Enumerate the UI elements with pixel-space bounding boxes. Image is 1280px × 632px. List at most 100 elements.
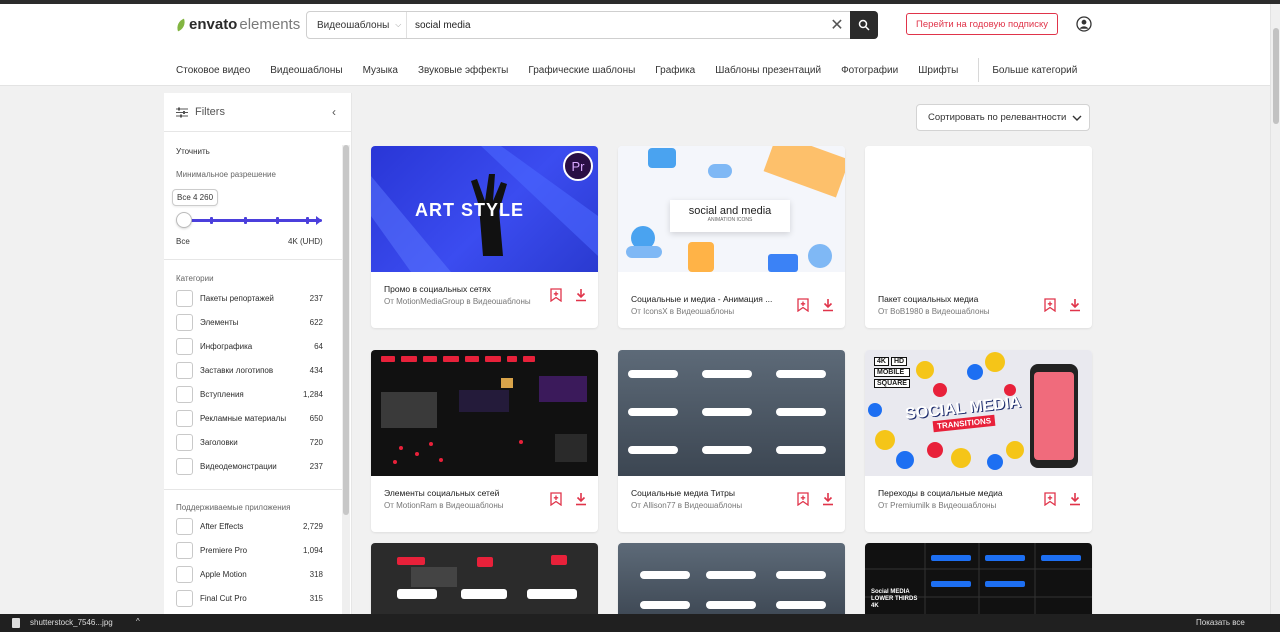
clear-icon[interactable]: ✕ — [824, 15, 850, 35]
download-icon[interactable] — [1069, 298, 1081, 312]
checkbox[interactable] — [176, 589, 193, 607]
search-category-select[interactable]: Видеошаблоны ⌵ — [307, 12, 407, 38]
annual-subscription-button[interactable]: Перейти на годовую подписку — [906, 13, 1058, 35]
resolution-slider-track[interactable] — [178, 217, 322, 224]
nav-item-music[interactable]: Музыка — [363, 65, 398, 76]
checkbox[interactable] — [176, 313, 193, 331]
result-card[interactable]: social and media ANIMATION ICONS Социаль… — [618, 146, 845, 328]
category-filter-elements[interactable]: Элементы 622 — [176, 313, 323, 331]
result-card[interactable]: Social MEDIA LOWER THIRDS 4K — [865, 543, 1092, 623]
card-title[interactable]: Элементы социальных сетей — [384, 488, 544, 498]
nav-item-stock-video[interactable]: Стоковое видео — [176, 65, 250, 76]
checkbox[interactable] — [176, 517, 193, 535]
card-thumbnail[interactable]: Social MEDIA LOWER THIRDS 4K — [865, 543, 1092, 623]
result-card[interactable]: 4K HD MOBILE SQUARE SOCIAL MEDIA TRANSITI… — [865, 350, 1092, 532]
checkbox[interactable] — [176, 409, 193, 427]
nav-item-photos[interactable]: Фотографии — [841, 65, 898, 76]
sort-dropdown[interactable]: Сортировать по релевантности — [916, 104, 1090, 131]
page-scrollbar[interactable] — [1270, 4, 1280, 614]
checkbox[interactable] — [176, 289, 193, 307]
card-title[interactable]: Промо в социальных сетях — [384, 284, 544, 294]
section-divider — [164, 489, 342, 490]
card-thumbnail[interactable] — [371, 543, 598, 623]
search-input[interactable] — [407, 19, 824, 31]
result-card[interactable]: Социальные медиа Титры От Allison77 в Ви… — [618, 350, 845, 532]
card-author[interactable]: От Allison77 в Видеошаблоны — [631, 500, 791, 512]
bookmark-add-icon[interactable] — [1044, 298, 1056, 312]
checkbox[interactable] — [176, 565, 193, 583]
app-filter-after-effects[interactable]: After Effects 2,729 — [176, 517, 323, 535]
bookmark-add-icon[interactable] — [550, 492, 562, 506]
checkbox[interactable] — [176, 337, 193, 355]
thumbnail-text: ART STYLE — [415, 200, 525, 220]
sidebar-scrollbar[interactable] — [342, 145, 350, 614]
premiere-badge: Pr — [563, 151, 593, 181]
bookmark-add-icon[interactable] — [1044, 492, 1056, 506]
app-filter-premiere-pro[interactable]: Premiere Pro 1,094 — [176, 541, 323, 559]
resolution-slider-handle[interactable] — [176, 212, 192, 228]
app-filter-apple-motion[interactable]: Apple Motion 318 — [176, 565, 323, 583]
card-thumbnail[interactable] — [371, 350, 598, 476]
bookmark-add-icon[interactable] — [797, 492, 809, 506]
category-filter-infographics[interactable]: Инфографика 64 — [176, 337, 323, 355]
nav-item-sound-effects[interactable]: Звуковые эффекты — [418, 65, 508, 76]
nav-item-fonts[interactable]: Шрифты — [918, 65, 958, 76]
category-filter-promo[interactable]: Рекламные материалы 650 — [176, 409, 323, 427]
checkbox[interactable] — [176, 385, 193, 403]
card-thumbnail[interactable]: 4K HD MOBILE SQUARE SOCIAL MEDIA TRANSITI… — [865, 350, 1092, 476]
card-thumbnail[interactable] — [618, 350, 845, 476]
card-actions — [797, 298, 834, 312]
nav-item-presentation-templates[interactable]: Шаблоны презентаций — [715, 65, 821, 76]
envato-logo[interactable]: envato elements — [174, 16, 300, 33]
bookmark-add-icon[interactable] — [797, 298, 809, 312]
download-icon[interactable] — [575, 492, 587, 506]
card-thumbnail[interactable] — [865, 146, 1092, 272]
checkbox[interactable] — [176, 541, 193, 559]
card-thumbnail[interactable]: social and media ANIMATION ICONS — [618, 146, 845, 272]
nav-item-graphics[interactable]: Графика — [655, 65, 695, 76]
result-card[interactable] — [371, 543, 598, 623]
category-filter-logo-stings[interactable]: Заставки логотипов 434 — [176, 361, 323, 379]
card-thumbnail[interactable] — [618, 543, 845, 623]
card-title[interactable]: Переходы в социальные медиа — [878, 488, 1038, 498]
user-account-icon[interactable] — [1076, 16, 1092, 32]
collapse-sidebar-icon[interactable]: ‹ — [332, 105, 336, 119]
category-filter-titles[interactable]: Заголовки 720 — [176, 433, 323, 451]
result-card[interactable]: Элементы социальных сетей От MotionRam в… — [371, 350, 598, 532]
result-card[interactable]: ART STYLE Pr Промо в социальных сетях От… — [371, 146, 598, 328]
result-card[interactable]: Пакет социальных медиа От BoB1980 в Виде… — [865, 146, 1092, 328]
chevron-up-icon[interactable]: ^ — [136, 617, 140, 626]
card-author[interactable]: От MotionRam в Видеошаблоны — [384, 500, 544, 512]
nav-item-more-categories[interactable]: Больше категорий — [992, 65, 1077, 76]
thumbnail-art — [640, 571, 826, 609]
download-icon[interactable] — [575, 288, 587, 302]
sidebar-scrollbar-thumb[interactable] — [343, 145, 349, 515]
category-filter-video-displays[interactable]: Видеодемонстрации 237 — [176, 457, 323, 475]
card-thumbnail[interactable]: ART STYLE Pr — [371, 146, 598, 272]
download-icon[interactable] — [822, 298, 834, 312]
download-file-name[interactable]: shutterstock_7546...jpg — [30, 618, 113, 627]
card-title[interactable]: Социальные и медиа - Анимация ... — [631, 294, 791, 304]
result-card[interactable] — [618, 543, 845, 623]
card-title[interactable]: Пакет социальных медиа — [878, 294, 1038, 304]
card-author[interactable]: От BoB1980 в Видеошаблоны — [878, 306, 1038, 318]
checkbox[interactable] — [176, 457, 193, 475]
card-title[interactable]: Социальные медиа Титры — [631, 488, 791, 498]
card-author[interactable]: От Premiumilk в Видеошаблоны — [878, 500, 1038, 512]
app-filter-final-cut-pro[interactable]: Final Cut Pro 315 — [176, 589, 323, 607]
show-all-downloads[interactable]: Показать все — [1196, 618, 1245, 627]
download-icon[interactable] — [822, 492, 834, 506]
download-icon[interactable] — [1069, 492, 1081, 506]
checkbox[interactable] — [176, 361, 193, 379]
category-filter-news-packs[interactable]: Пакеты репортажей 237 — [176, 289, 323, 307]
tag-square: SQUARE — [874, 379, 910, 388]
checkbox[interactable] — [176, 433, 193, 451]
nav-item-video-templates[interactable]: Видеошаблоны — [270, 65, 342, 76]
nav-item-graphic-templates[interactable]: Графические шаблоны — [528, 65, 635, 76]
card-author[interactable]: От MotionMediaGroup в Видеошаблоны — [384, 296, 544, 308]
category-filter-openers[interactable]: Вступления 1,284 — [176, 385, 323, 403]
bookmark-add-icon[interactable] — [550, 288, 562, 302]
page-scrollbar-thumb[interactable] — [1273, 28, 1279, 124]
search-button[interactable] — [850, 11, 878, 39]
card-author[interactable]: От IconsX в Видеошаблоны — [631, 306, 791, 318]
